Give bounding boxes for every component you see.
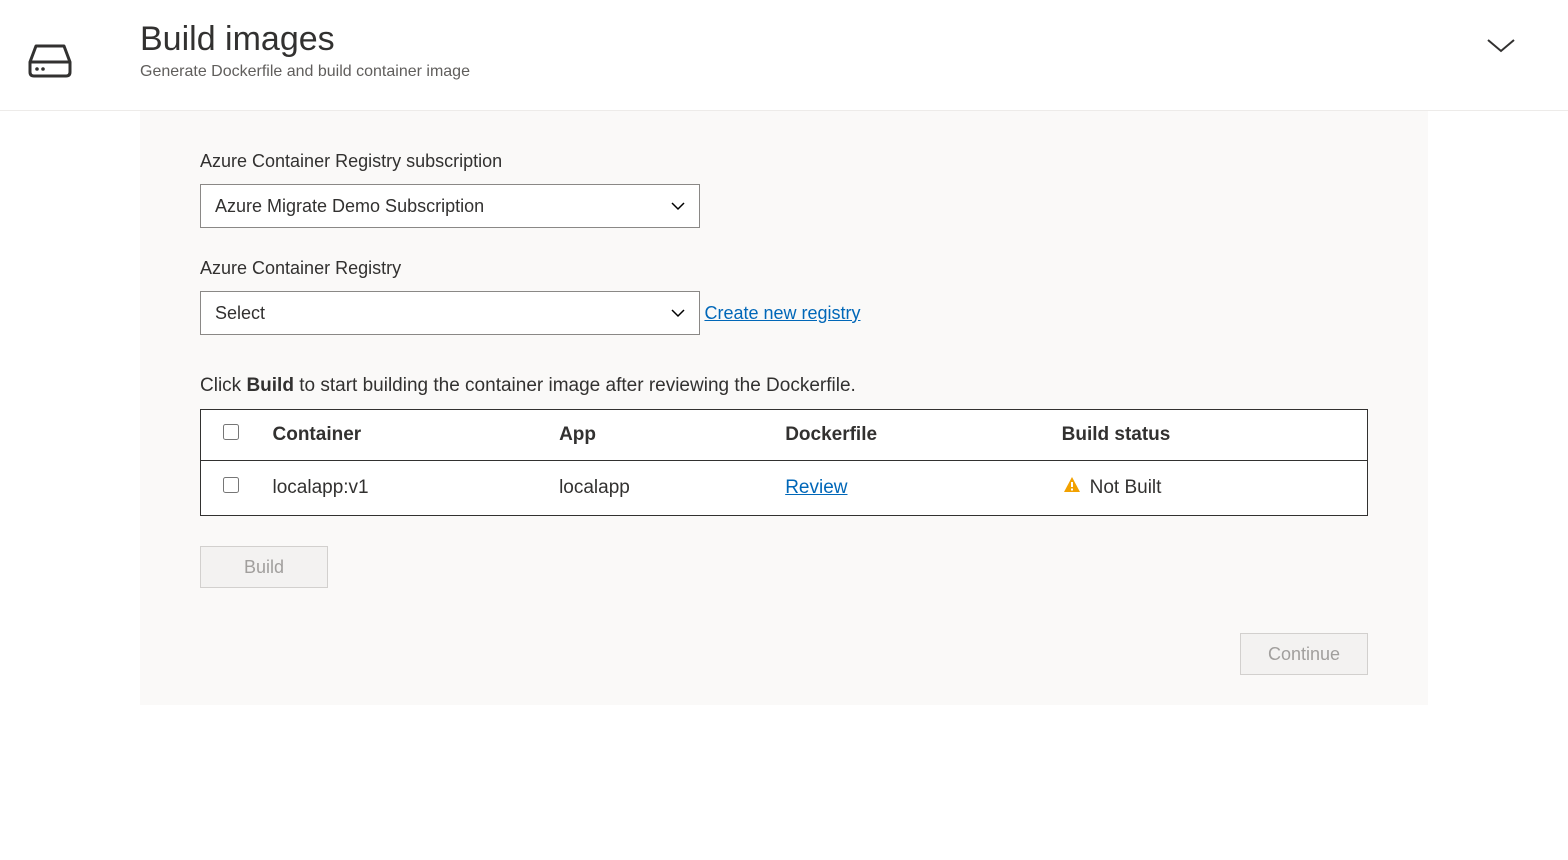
select-all-header: [201, 410, 261, 461]
warning-icon: [1062, 475, 1082, 501]
app-header: App: [547, 410, 773, 461]
content-panel: Azure Container Registry subscription Az…: [140, 111, 1428, 705]
page-title: Build images: [140, 20, 1484, 59]
table-header-row: Container App Dockerfile Build status: [201, 410, 1368, 461]
page-header: Build images Generate Dockerfile and bui…: [0, 0, 1568, 111]
registry-group: Azure Container Registry Select Create n…: [200, 258, 1368, 335]
page-subtitle: Generate Dockerfile and build container …: [140, 63, 1484, 81]
row-checkbox[interactable]: [223, 477, 239, 493]
container-cell: localapp:v1: [261, 461, 548, 516]
registry-label: Azure Container Registry: [200, 258, 1368, 279]
dockerfile-cell: Review: [773, 461, 1049, 516]
subscription-select[interactable]: Azure Migrate Demo Subscription: [200, 184, 700, 228]
storage-icon: [20, 30, 80, 90]
build-status-cell: Not Built: [1050, 461, 1368, 516]
continue-button[interactable]: Continue: [1240, 633, 1368, 675]
table-row: localapp:v1 localapp Review: [201, 461, 1368, 516]
build-status-header: Build status: [1050, 410, 1368, 461]
container-header: Container: [261, 410, 548, 461]
review-link[interactable]: Review: [785, 477, 847, 498]
create-registry-link[interactable]: Create new registry: [704, 303, 860, 324]
build-button[interactable]: Build: [200, 546, 328, 588]
instruction-text: Click Build to start building the contai…: [200, 375, 1368, 397]
app-cell: localapp: [547, 461, 773, 516]
collapse-chevron-icon[interactable]: [1484, 35, 1518, 60]
build-status-text: Not Built: [1090, 477, 1162, 499]
registry-select[interactable]: Select: [200, 291, 700, 335]
header-text: Build images Generate Dockerfile and bui…: [140, 20, 1484, 81]
subscription-label: Azure Container Registry subscription: [200, 151, 1368, 172]
instruction-prefix: Click: [200, 375, 246, 396]
dockerfile-header: Dockerfile: [773, 410, 1049, 461]
continue-row: Continue: [200, 633, 1368, 675]
instruction-bold: Build: [246, 375, 294, 396]
instruction-suffix: to start building the container image af…: [294, 375, 856, 396]
row-checkbox-cell: [201, 461, 261, 516]
subscription-group: Azure Container Registry subscription Az…: [200, 151, 1368, 228]
containers-table: Container App Dockerfile Build status lo…: [200, 409, 1368, 516]
select-all-checkbox[interactable]: [223, 424, 239, 440]
